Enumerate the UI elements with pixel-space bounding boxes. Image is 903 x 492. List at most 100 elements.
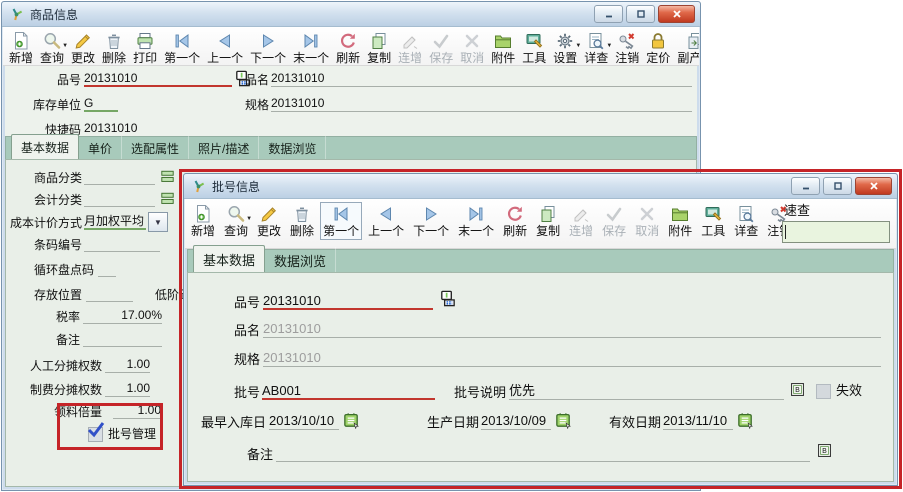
svg-text:B: B bbox=[822, 446, 827, 455]
calendar-icon[interactable] bbox=[736, 411, 755, 430]
minimize-button[interactable] bbox=[594, 5, 623, 23]
toolbar-button-label: 连增 bbox=[398, 51, 422, 65]
toolbar-button-label: 查询 bbox=[40, 51, 64, 65]
toolbar-button-label: 刷新 bbox=[336, 51, 360, 65]
cancel-x-icon bbox=[462, 31, 482, 51]
item-name-field[interactable]: 20131010 bbox=[271, 70, 692, 87]
toolbar-button-chain-add: 连增 bbox=[395, 29, 425, 66]
tab-photo-desc[interactable]: 照片/描述 bbox=[189, 136, 259, 160]
batch-no-field[interactable]: AB001 bbox=[262, 382, 435, 400]
item-name-field: 20131010 bbox=[263, 320, 881, 338]
text-editor-icon[interactable]: B bbox=[789, 381, 806, 398]
toolbar-button-detail-search[interactable]: ▼详查 bbox=[581, 29, 611, 66]
app-logo-icon bbox=[8, 6, 25, 23]
stock-unit-field[interactable]: G bbox=[84, 95, 118, 112]
labor-weight-field[interactable]: 1.00 bbox=[105, 356, 150, 373]
remark-field[interactable] bbox=[276, 444, 810, 462]
toolbar-button-print[interactable]: 打印 bbox=[130, 29, 160, 66]
toolbar-button-attachment-folder[interactable]: 附件 bbox=[488, 29, 518, 66]
toolbar-button-cancel-x: 取消 bbox=[457, 29, 487, 66]
valid-date-field[interactable]: 2013/11/10 bbox=[663, 412, 733, 430]
toolbar-button-nav-prev[interactable]: 上一个 bbox=[204, 29, 246, 66]
remark-label: 备注 bbox=[56, 332, 80, 348]
toolbar-button-save-check: 保存 bbox=[426, 29, 456, 66]
barcode-label: 条码编号 bbox=[34, 237, 80, 253]
svg-text:B: B bbox=[795, 385, 800, 394]
calendar-icon[interactable] bbox=[342, 411, 361, 430]
toolbar-button-tools[interactable]: 工具 bbox=[519, 29, 549, 66]
remark-field[interactable] bbox=[83, 330, 162, 347]
account-category-label: 会计分类 bbox=[34, 192, 80, 208]
batch-desc-field[interactable]: 优先 bbox=[509, 382, 784, 400]
toolbar-button-copy[interactable]: 复制 bbox=[364, 29, 394, 66]
calendar-icon[interactable] bbox=[554, 411, 573, 430]
quick-code-field[interactable]: 20131010 bbox=[84, 120, 191, 137]
toolbar-button-label: 取消 bbox=[460, 51, 484, 65]
toolbar-button-logout-key[interactable]: 注销 bbox=[612, 29, 642, 66]
nav-last-icon bbox=[301, 31, 321, 51]
earliest-in-date-field[interactable]: 2013/10/10 bbox=[269, 412, 339, 430]
cycle-count-code-label: 循环盘点码 bbox=[30, 262, 94, 278]
desktop: 商品信息 新增▼查询更改删除打印第一个上一个下一个末一个刷新复制连增保存取消附件… bbox=[0, 0, 903, 492]
nav-next-icon bbox=[258, 31, 278, 51]
toolbar-button-label: 工具 bbox=[522, 51, 546, 65]
price-lock-icon bbox=[648, 31, 668, 51]
toolbar-button-refresh[interactable]: 刷新 bbox=[333, 29, 363, 66]
valid-date-label: 有效日期 bbox=[602, 414, 661, 432]
item-no-field[interactable]: 20131010 bbox=[263, 292, 433, 310]
item-no-field[interactable]: 20131010 bbox=[84, 70, 232, 87]
quick-search-label: 速查 bbox=[784, 200, 888, 219]
annotation-box-batch-managed bbox=[57, 403, 163, 450]
toolbar-button-delete[interactable]: 删除 bbox=[99, 29, 129, 66]
quick-search-input[interactable] bbox=[782, 221, 890, 243]
product-category-field[interactable] bbox=[84, 168, 155, 185]
chain-add-icon bbox=[400, 31, 420, 51]
toolbar-button-nav-last[interactable]: 末一个 bbox=[290, 29, 332, 66]
account-category-field[interactable] bbox=[84, 190, 155, 207]
window-controls bbox=[594, 5, 695, 23]
toolbar-button-settings-gear[interactable]: ▼设置 bbox=[550, 29, 580, 66]
toolbar-button-nav-next[interactable]: 下一个 bbox=[247, 29, 289, 66]
tools-icon bbox=[524, 31, 544, 51]
toolbar-button-nav-first[interactable]: 第一个 bbox=[161, 29, 203, 66]
terminal-icon[interactable] bbox=[438, 289, 457, 308]
invalid-checkbox bbox=[816, 384, 831, 399]
text-caret bbox=[785, 225, 786, 239]
tab-optional-attrs[interactable]: 选配属性 bbox=[122, 136, 189, 160]
earliest-in-date-label: 最早入库日 bbox=[198, 414, 266, 432]
spec-label: 规格 bbox=[224, 351, 260, 369]
delete-icon bbox=[104, 31, 124, 51]
overhead-weight-field[interactable]: 1.00 bbox=[105, 380, 150, 397]
tab-data-browse[interactable]: 数据浏览 bbox=[259, 136, 326, 160]
product-tabstrip: 基本数据 单价 选配属性 照片/描述 数据浏览 bbox=[5, 136, 697, 160]
tab-unit-price[interactable]: 单价 bbox=[79, 136, 122, 160]
tax-rate-field[interactable]: 17.00% bbox=[83, 307, 162, 324]
storage-location-field[interactable] bbox=[86, 285, 133, 302]
toolbar-button-price-lock[interactable]: 定价 bbox=[643, 29, 673, 66]
toolbar-button-label: 详查 bbox=[584, 51, 608, 65]
tab-basic-data[interactable]: 基本数据 bbox=[11, 134, 79, 161]
category-picker-icon[interactable] bbox=[158, 167, 177, 186]
toolbar-button-search[interactable]: ▼查询 bbox=[37, 29, 67, 66]
production-date-field[interactable]: 2013/10/09 bbox=[481, 412, 551, 430]
category-picker-icon[interactable] bbox=[158, 189, 177, 208]
cost-method-value[interactable]: 月加权平均 bbox=[84, 213, 146, 230]
storage-location-label: 存放位置 bbox=[34, 287, 80, 303]
close-button[interactable] bbox=[658, 5, 695, 23]
toolbar-button-label: 下一个 bbox=[250, 51, 286, 65]
maximize-button[interactable] bbox=[626, 5, 655, 23]
toolbar-button-new-doc[interactable]: 新增 bbox=[6, 29, 36, 66]
cost-method-dropdown[interactable]: ▼ bbox=[148, 212, 168, 232]
toolbar-button-label: 新增 bbox=[9, 51, 33, 65]
barcode-field[interactable] bbox=[84, 235, 160, 252]
toolbar-button-label: 注销 bbox=[615, 51, 639, 65]
toolbar-button-label: 设置 bbox=[553, 51, 577, 65]
toolbar-button-label: 末一个 bbox=[293, 51, 329, 65]
cycle-count-code-field[interactable] bbox=[98, 260, 116, 277]
spec-field[interactable]: 20131010 bbox=[271, 95, 692, 112]
copy-icon bbox=[369, 31, 389, 51]
text-editor-icon[interactable]: B bbox=[816, 442, 833, 459]
toolbar-button-edit[interactable]: 更改 bbox=[68, 29, 98, 66]
toolbar-button-byproduct-doc[interactable]: 副产品 bbox=[674, 29, 699, 66]
quick-search: 速查 bbox=[782, 200, 888, 243]
